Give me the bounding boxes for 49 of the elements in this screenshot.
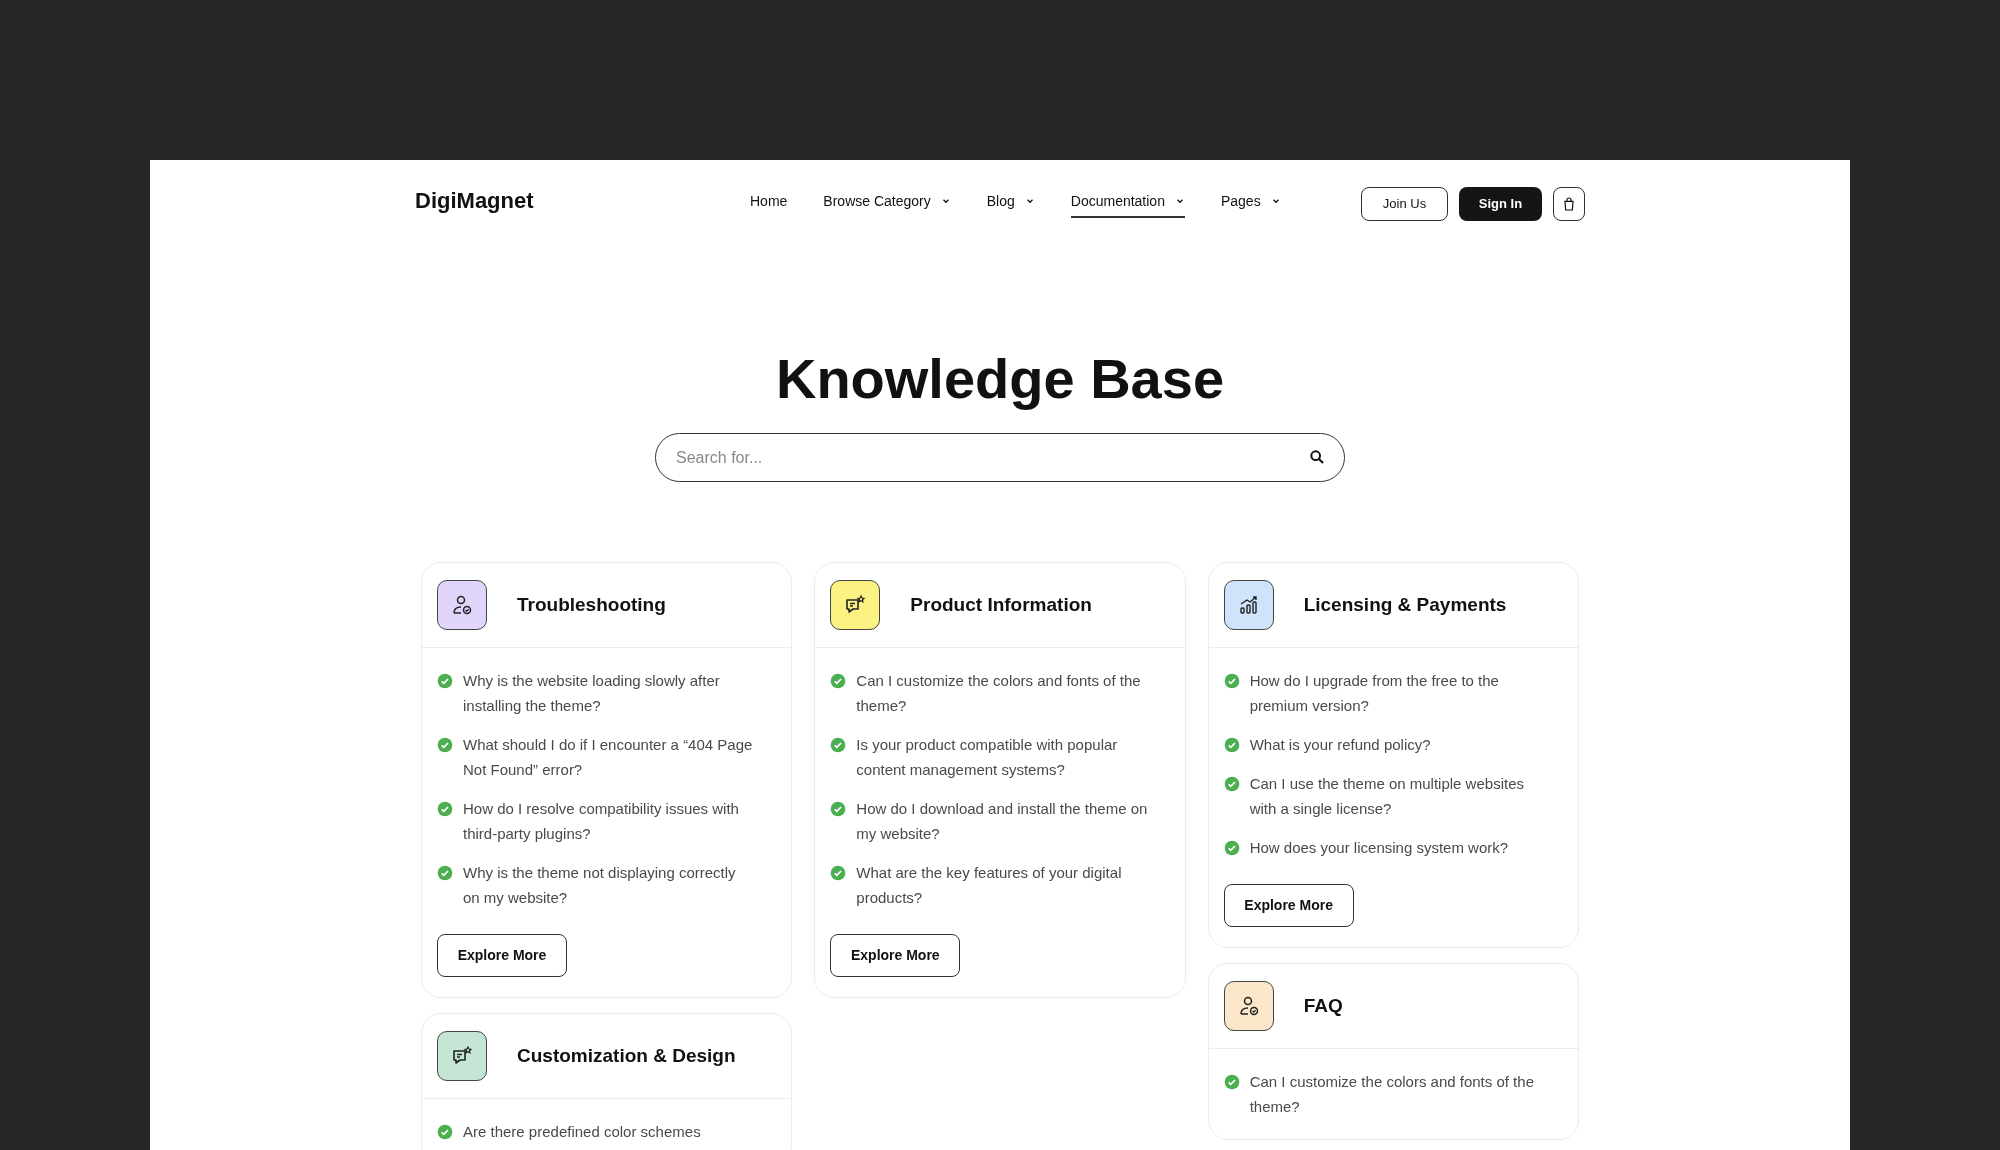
question-link[interactable]: Are there predefined color schemes [463,1119,721,1144]
question-link[interactable]: Why is the website loading slowly after installing the theme? [463,668,777,718]
check-circle-icon [830,673,847,689]
check-circle-icon [1223,840,1240,856]
question-link[interactable]: Can I customize the colors and fonts of the theme? [1249,1069,1563,1119]
question-link[interactable]: Why is the theme not displaying correctly on my website? [463,860,777,910]
sign-in-button[interactable]: Sign In [1459,187,1542,221]
explore-more-button[interactable]: Explore More [830,934,961,977]
logo[interactable]: DigiMagnet [415,183,715,217]
nav-link[interactable]: Documentation [1070,190,1185,218]
nav-link[interactable]: Home [750,190,788,218]
question-link[interactable]: How do I resolve compatibility issues with third-party plugins? [463,796,777,846]
card-title: Licensing & Payments [1303,592,1507,617]
check-circle-icon [830,865,847,881]
nav-link[interactable]: Browse Category [823,190,951,218]
question-link[interactable]: What is your refund policy? [1249,732,1451,757]
explore-more-button[interactable]: Explore More [1223,884,1354,927]
check-circle-icon [437,865,453,881]
question-link[interactable]: Is your product compatible with popular content management systems? [856,732,1170,782]
check-circle-icon [437,673,453,689]
check-circle-icon [1223,776,1240,792]
shopping-bag-icon [1561,196,1577,212]
check-circle-icon [830,737,847,753]
question-link[interactable]: How does your licensing system work? [1249,835,1529,860]
question-link[interactable]: Can I customize the colors and fonts of the theme? [856,668,1170,718]
check-circle-icon [437,801,453,817]
check-circle-icon [437,737,453,753]
check-circle-icon [1223,1074,1240,1090]
card-title: FAQ [1303,993,1343,1018]
question-link[interactable]: How do I upgrade from the free to the premium version? [1249,668,1563,718]
check-circle-icon [437,1124,453,1140]
search-field[interactable]: Search for... [655,433,1345,482]
question-link[interactable]: What should I do if I encounter a “404 Page Not Found” error? [463,732,777,782]
search-icon[interactable] [1309,449,1325,465]
join-us-button[interactable]: Join Us [1361,187,1448,221]
person-check-icon [450,593,474,617]
nav-link[interactable]: Pages [1220,190,1281,218]
check-circle-icon [830,801,847,817]
card-title: Customization & Design [517,1043,736,1068]
explore-more-button[interactable]: Explore More [437,934,567,977]
card-title: Product Information [910,592,1092,617]
question-link[interactable]: What are the key features of your digital products? [856,860,1170,910]
nav-link[interactable]: Blog [986,190,1035,218]
question-link[interactable]: Can I use the theme on multiple websites with a single license? [1249,771,1563,821]
cart-button[interactable] [1553,187,1585,221]
card-title: Troubleshooting [517,592,666,617]
question-link[interactable]: How do I download and install the theme on my website? [856,796,1170,846]
check-circle-icon [1223,673,1240,689]
check-circle-icon [1223,737,1240,753]
